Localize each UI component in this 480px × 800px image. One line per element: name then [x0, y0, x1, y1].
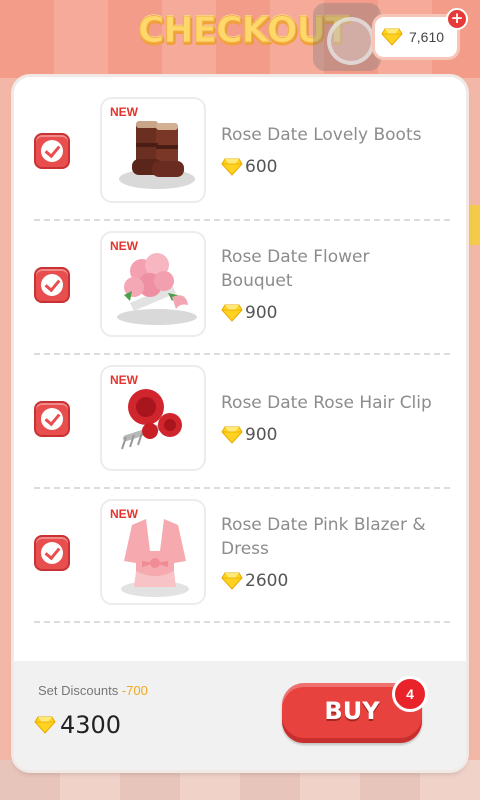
item-checkbox[interactable] [34, 133, 70, 169]
gem-icon [34, 716, 56, 734]
gem-icon [221, 572, 243, 590]
total-price-value: 4300 [60, 711, 122, 739]
gem-icon [221, 304, 243, 322]
list-item: NEW Rose Date Pink Blazer & Dress 2600 [14, 489, 466, 623]
set-discount-value: -700 [121, 683, 148, 698]
item-thumbnail[interactable]: NEW [100, 499, 206, 605]
item-name: Rose Date Flower Bouquet [221, 247, 370, 291]
gem-icon [221, 158, 243, 176]
overlay-circle-button[interactable] [313, 3, 381, 71]
new-badge: NEW [110, 507, 138, 521]
buy-count-badge: 4 [392, 676, 428, 712]
new-badge: NEW [110, 105, 138, 119]
item-thumbnail[interactable]: NEW [100, 97, 206, 203]
item-name: Rose Date Lovely Boots [221, 125, 422, 145]
checkout-panel: NEW Rose Date Lovely Boots 600 NEW Rose … [14, 77, 466, 770]
item-price: 2600 [221, 571, 288, 591]
item-price-value: 900 [245, 303, 278, 323]
new-badge: NEW [110, 373, 138, 387]
gem-balance-value: 7,610 [409, 29, 445, 45]
list-item: NEW Rose Date Rose Hair Clip 900 [14, 355, 466, 489]
gem-icon [381, 28, 403, 46]
new-badge: NEW [110, 239, 138, 253]
background-shelf [466, 205, 480, 245]
item-price: 900 [221, 425, 277, 445]
item-checkbox[interactable] [34, 535, 70, 571]
set-discount: Set Discounts -700 [38, 683, 148, 698]
divider [34, 621, 450, 623]
list-item: NEW Rose Date Lovely Boots 600 [14, 87, 466, 221]
item-price-value: 900 [245, 425, 278, 445]
plus-icon: + [450, 9, 464, 27]
item-price: 900 [221, 303, 277, 323]
gem-icon [221, 426, 243, 444]
item-checkbox[interactable] [34, 401, 70, 437]
item-price-value: 600 [245, 157, 278, 177]
total-price: 4300 [34, 711, 121, 739]
item-thumbnail[interactable]: NEW [100, 365, 206, 471]
item-price-value: 2600 [245, 571, 289, 591]
item-price: 600 [221, 157, 277, 177]
item-checkbox[interactable] [34, 267, 70, 303]
item-thumbnail[interactable]: NEW [100, 231, 206, 337]
add-gems-button[interactable]: + [446, 8, 468, 30]
item-name: Rose Date Pink Blazer & Dress [221, 515, 426, 559]
item-name: Rose Date Rose Hair Clip [221, 393, 432, 413]
checkout-footer: Set Discounts -700 4300 BUY [14, 661, 466, 770]
list-item: NEW Rose Date Flower Bouquet 900 [14, 221, 466, 355]
set-discount-label: Set Discounts [38, 683, 122, 698]
